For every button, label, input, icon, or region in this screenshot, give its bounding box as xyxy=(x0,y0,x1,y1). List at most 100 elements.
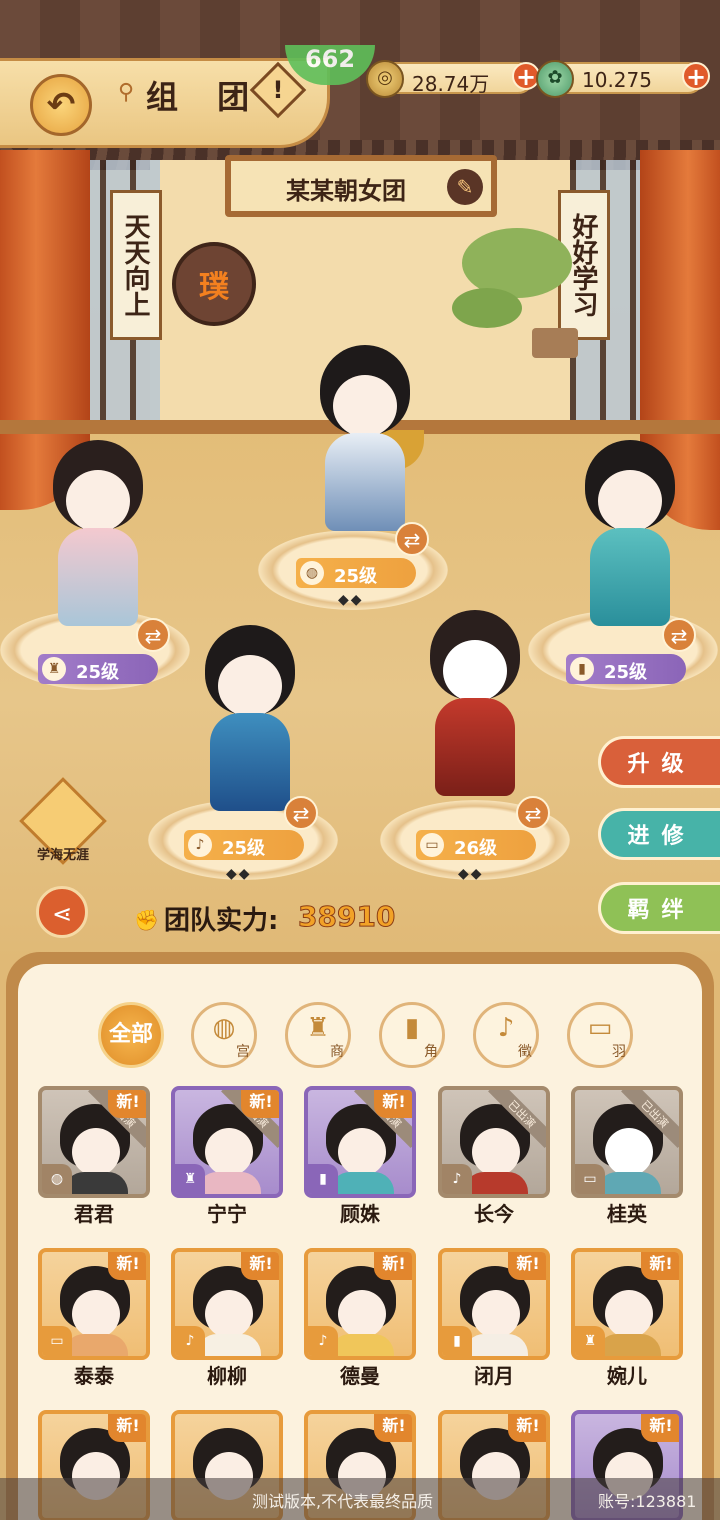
swap-button[interactable]: ⇄ xyxy=(516,796,550,830)
bonsai-decoration xyxy=(452,228,582,378)
filter-shang[interactable]: ♜ 商 xyxy=(285,1002,351,1068)
roster-card[interactable]: 已出演 新! ▮ xyxy=(304,1086,416,1198)
new-tag: 新! xyxy=(108,1414,146,1442)
bell-icon: ♜ xyxy=(306,1013,330,1043)
rank-diamonds: ◆◆ xyxy=(226,866,252,882)
swap-button[interactable]: ⇄ xyxy=(662,618,696,652)
clapper-icon: ▮ xyxy=(308,1164,338,1194)
roster-name: 宁宁 xyxy=(207,1202,247,1226)
roster-card[interactable]: 新! ▭ xyxy=(38,1248,150,1360)
roster-name: 婉儿 xyxy=(607,1364,647,1388)
new-tag: 新! xyxy=(374,1414,412,1442)
team-power-value: 38910 xyxy=(297,900,396,934)
bell-icon: ♜ xyxy=(175,1164,205,1194)
roster-card[interactable]: 已出演 ♪ xyxy=(438,1086,550,1198)
filter-all[interactable]: 全部 xyxy=(98,1002,164,1068)
roster-card[interactable]: 新! ▮ xyxy=(438,1248,550,1360)
new-tag: 新! xyxy=(108,1090,146,1118)
roster-name: 长今 xyxy=(474,1202,514,1226)
pipa-icon: ♪ xyxy=(497,1013,515,1043)
test-version-notice: 测试版本,不代表最终品质 xyxy=(252,1492,434,1511)
roster-name: 君君 xyxy=(74,1202,114,1226)
share-icon: ⋖ xyxy=(51,900,73,928)
roster-card[interactable]: 已出演 ▭ xyxy=(571,1086,683,1198)
stage-member[interactable] xyxy=(305,345,425,535)
roster-name: 桂英 xyxy=(607,1202,647,1226)
team-name-banner: 某某朝女团 ✎ xyxy=(225,155,497,217)
back-arrow-icon: ↶ xyxy=(46,85,76,125)
bond-button[interactable]: 羁绊 xyxy=(598,882,720,934)
level-badge: ♪ 25级 xyxy=(184,830,304,860)
brush-icon: ✎ xyxy=(456,175,474,199)
seal-char: 璞 xyxy=(199,270,229,305)
advance-button[interactable]: 进修 xyxy=(598,808,720,860)
roster-name: 德曼 xyxy=(340,1364,380,1388)
xuehai-label: 学海无涯 xyxy=(36,848,89,863)
level-badge: ◍ 25级 xyxy=(296,558,416,588)
new-tag: 新! xyxy=(108,1252,146,1280)
stage-member[interactable] xyxy=(570,440,690,630)
level-badge: ♜ 25级 xyxy=(38,654,158,684)
filter-gong[interactable]: ◍ 宫 xyxy=(191,1002,257,1068)
clapper-icon: ▮ xyxy=(404,1013,420,1043)
exclamation-icon: ! xyxy=(272,76,284,104)
coin-value: 28.74万 xyxy=(412,72,490,96)
roster-card[interactable]: 新! ♪ xyxy=(171,1248,283,1360)
new-tag: 新! xyxy=(508,1414,546,1442)
coin-resource: ◎ 28.74万 + xyxy=(366,60,540,98)
share-button[interactable]: ⋖ xyxy=(36,886,88,938)
drum-icon: ◍ xyxy=(42,1164,72,1194)
drum-icon: ◍ xyxy=(212,1013,236,1043)
game-screen: 662 ↶ ⚲ 组 团 ! ◎ 28.74万 + ✿ 10.275 + 某某朝女… xyxy=(0,0,720,1520)
pipa-icon: ♪ xyxy=(308,1326,338,1356)
roster-name: 泰泰 xyxy=(74,1364,114,1388)
roster-card[interactable]: 已出演 新! ♜ xyxy=(171,1086,283,1198)
roster-name: 柳柳 xyxy=(207,1364,247,1388)
edit-name-button[interactable]: ✎ xyxy=(447,169,483,205)
jade-icon: ✿ xyxy=(536,60,574,98)
add-jade-button[interactable]: + xyxy=(682,62,710,90)
roster-name: 顾姝 xyxy=(340,1202,380,1226)
xuehai-button[interactable]: 学海无涯 xyxy=(19,777,107,870)
back-button[interactable]: ↶ xyxy=(30,74,92,136)
new-tag: 新! xyxy=(241,1252,279,1280)
bell-icon: ♜ xyxy=(575,1326,605,1356)
new-tag: 新! xyxy=(641,1252,679,1280)
upgrade-button[interactable]: 升级 xyxy=(598,736,720,788)
flute-icon: ▭ xyxy=(587,1013,613,1043)
page-title: 组 团 xyxy=(146,78,264,116)
pipa-icon: ♪ xyxy=(175,1326,205,1356)
clapper-icon: ▮ xyxy=(442,1326,472,1356)
clapper-icon: ▮ xyxy=(570,657,594,681)
swap-button[interactable]: ⇄ xyxy=(284,796,318,830)
swap-button[interactable]: ⇄ xyxy=(395,522,429,556)
filter-zhi[interactable]: ♪ 徵 xyxy=(473,1002,539,1068)
stage-member[interactable] xyxy=(38,440,158,630)
flute-icon: ▭ xyxy=(42,1326,72,1356)
pipa-icon: ♪ xyxy=(188,833,212,857)
location-pin-icon: ⚲ xyxy=(118,80,135,105)
new-tag: 新! xyxy=(641,1414,679,1442)
bell-icon: ♜ xyxy=(42,657,66,681)
stage-member[interactable] xyxy=(190,625,310,815)
new-tag: 新! xyxy=(374,1090,412,1118)
new-tag: 新! xyxy=(508,1252,546,1280)
roster-card[interactable]: 新! ♜ xyxy=(571,1248,683,1360)
team-seal: 璞 xyxy=(172,242,256,326)
team-name: 某某朝女团 xyxy=(286,177,406,205)
roster-card[interactable]: 新! ♪ xyxy=(304,1248,416,1360)
filter-yu[interactable]: ▭ 羽 xyxy=(567,1002,633,1068)
roster-card[interactable]: 已出演 新! ◍ xyxy=(38,1086,150,1198)
new-tag: 新! xyxy=(374,1252,412,1280)
swap-button[interactable]: ⇄ xyxy=(136,618,170,652)
flute-icon: ▭ xyxy=(420,833,444,857)
roster-name: 闭月 xyxy=(474,1364,514,1388)
drum-icon: ◍ xyxy=(300,561,324,585)
stage-member[interactable] xyxy=(415,610,535,800)
level-badge: ▮ 25级 xyxy=(566,654,686,684)
filter-jue[interactable]: ▮ 角 xyxy=(379,1002,445,1068)
power-icon: ✊ xyxy=(134,908,159,932)
new-tag: 新! xyxy=(241,1090,279,1118)
level-badge: ▭ 26级 xyxy=(416,830,536,860)
scroll-left: 天天向上 xyxy=(110,190,162,340)
